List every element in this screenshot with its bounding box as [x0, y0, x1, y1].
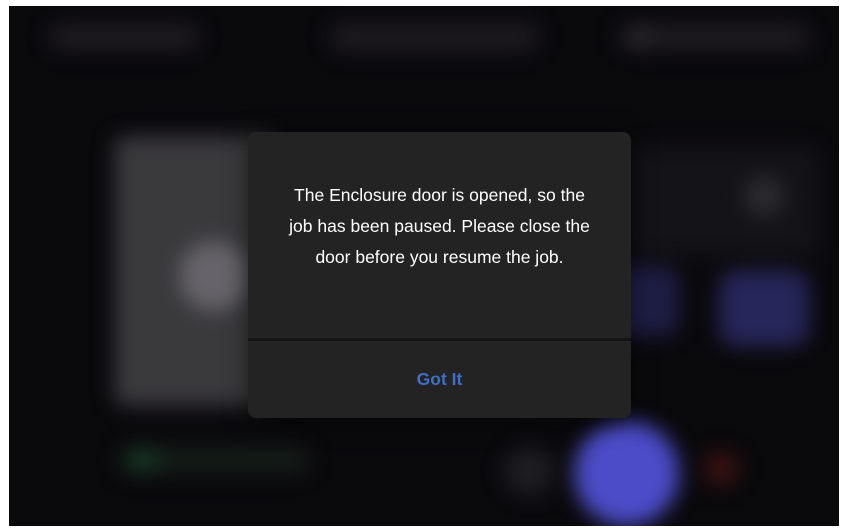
- dialog-message: The Enclosure door is opened, so the job…: [289, 185, 590, 267]
- background-control-button-2: [719, 271, 809, 346]
- background-info-icon: [744, 176, 784, 216]
- background-progress-fill: [129, 449, 157, 471]
- background-round-button: [504, 446, 554, 496]
- background-top-bar-center: [329, 22, 539, 52]
- device-screen: The Enclosure door is opened, so the job…: [9, 6, 839, 526]
- got-it-button[interactable]: Got It: [248, 341, 631, 418]
- background-top-bar-left: [49, 24, 199, 50]
- background-preview-highlight: [179, 241, 249, 311]
- background-status-icon: [629, 26, 651, 48]
- door-open-dialog: The Enclosure door is opened, so the job…: [248, 132, 631, 418]
- background-info-card: [629, 146, 819, 256]
- background-pause-button: [574, 421, 679, 526]
- background-stop-button: [704, 451, 739, 486]
